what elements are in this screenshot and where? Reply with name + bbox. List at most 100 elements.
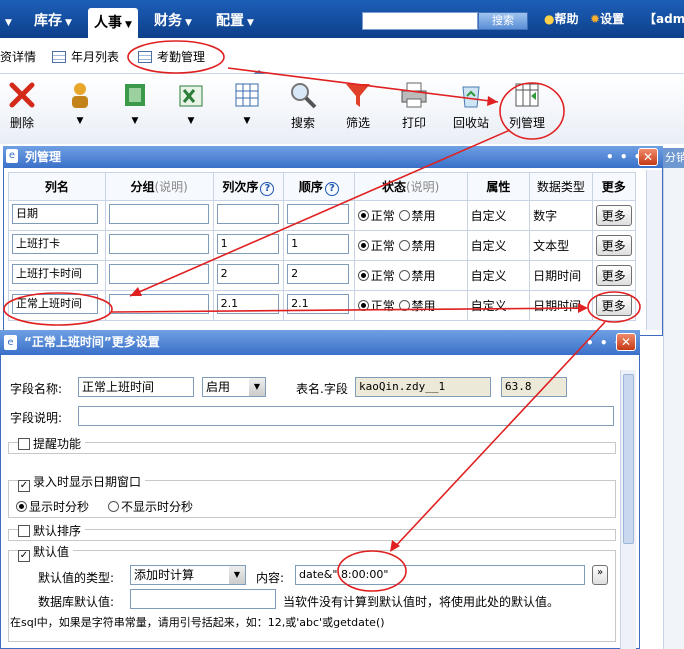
enable-select[interactable]: 启用 ▼ bbox=[202, 377, 266, 397]
status-normal-radio[interactable] bbox=[357, 210, 369, 221]
user-dropdown-button[interactable]: ▼ bbox=[55, 80, 105, 126]
col-header-data-type: 数据类型 bbox=[529, 172, 593, 201]
more-button[interactable]: 更多 bbox=[595, 235, 632, 256]
field-name-input[interactable]: 正常上班时间 bbox=[78, 377, 194, 397]
chevron-down-icon: ▼ bbox=[243, 116, 251, 126]
chevron-down-icon: ▼ bbox=[131, 116, 139, 126]
col-order-input[interactable]: 1 bbox=[216, 234, 279, 254]
chevron-down-icon: ▼ bbox=[65, 18, 72, 28]
col-order-input[interactable]: 2 bbox=[216, 264, 279, 284]
show-hms-radio[interactable]: 显示时分秒 bbox=[16, 498, 89, 515]
nav-item-label: 配置 bbox=[216, 13, 244, 29]
search-toolbar-button[interactable]: 搜索 bbox=[278, 80, 328, 131]
help-link[interactable]: ●帮助 bbox=[544, 10, 579, 27]
hide-hms-radio[interactable]: 不显示时分秒 bbox=[108, 498, 193, 515]
help-circle-icon[interactable]: ? bbox=[324, 181, 339, 196]
default-type-select[interactable]: 添加时计算 ▼ bbox=[130, 565, 246, 585]
column-dialog-scrollbar[interactable] bbox=[646, 170, 662, 330]
col-header-col-order[interactable]: 列次序? bbox=[212, 172, 285, 201]
more-options-icon[interactable]: • • • bbox=[606, 150, 642, 164]
col-header-name: 列名 bbox=[8, 172, 106, 201]
width-input[interactable]: 63.8 bbox=[501, 377, 567, 397]
order-input[interactable] bbox=[287, 204, 350, 224]
status-normal-radio[interactable] bbox=[357, 240, 369, 251]
group-input[interactable] bbox=[108, 294, 209, 314]
tab-attendance[interactable]: 考勤管理 bbox=[138, 48, 205, 65]
recycle-bin-icon bbox=[462, 86, 480, 108]
tab-month-list[interactable]: 年月列表 bbox=[52, 48, 119, 65]
settings-link[interactable]: ✹设置 bbox=[590, 10, 624, 27]
nav-item-left-partial[interactable]: ▼ bbox=[2, 0, 12, 38]
status-disabled-radio[interactable] bbox=[398, 210, 410, 221]
tab-label: 资详情 bbox=[0, 50, 37, 64]
default-sort-section-box bbox=[8, 529, 616, 541]
order-input[interactable]: 2 bbox=[287, 264, 350, 284]
filter-button[interactable]: 筛选 bbox=[333, 80, 383, 131]
nav-item-config[interactable]: 配置 ▼ bbox=[216, 0, 254, 38]
user-icon bbox=[72, 83, 88, 108]
print-button[interactable]: 打印 bbox=[389, 80, 439, 131]
column-manager-titlebar[interactable]: 列管理 bbox=[3, 146, 663, 168]
db-default-input[interactable] bbox=[130, 589, 276, 609]
col-order-input[interactable] bbox=[216, 204, 279, 224]
delete-button[interactable]: 删除 bbox=[0, 80, 44, 131]
group-input[interactable] bbox=[108, 204, 209, 224]
status-disabled-radio[interactable] bbox=[398, 300, 410, 311]
close-icon[interactable]: ✕ bbox=[638, 148, 658, 166]
column-name-input[interactable]: 上班打卡时间 bbox=[12, 264, 98, 284]
help-circle-icon[interactable]: ? bbox=[260, 181, 275, 196]
column-name-input[interactable]: 日期 bbox=[12, 204, 98, 224]
status-normal-radio[interactable] bbox=[357, 270, 369, 281]
col-order-input[interactable]: 2.1 bbox=[216, 294, 279, 314]
data-type-cell: 日期时间 bbox=[529, 260, 593, 291]
excel-dropdown-button[interactable]: ▼ bbox=[166, 80, 216, 126]
order-input[interactable]: 2.1 bbox=[287, 294, 350, 314]
more-settings-titlebar[interactable]: “正常上班时间”更多设置 bbox=[0, 330, 640, 355]
table-row: 上班打卡 1 1 正常 禁用 自定义 文本型 更多 bbox=[8, 230, 637, 261]
content-input[interactable]: date&" 8:00:00" bbox=[295, 565, 585, 585]
tab-salary-detail[interactable]: 资详情 bbox=[0, 48, 36, 65]
order-input[interactable]: 1 bbox=[287, 234, 350, 254]
settings-scrollbar[interactable] bbox=[620, 370, 636, 649]
field-name-label: 字段名称: bbox=[10, 382, 63, 396]
scrollbar-thumb[interactable] bbox=[623, 374, 634, 544]
status-disabled-radio[interactable] bbox=[398, 270, 410, 281]
sql-hint: 在sql中，如果是字符串常量，请用引号括起来，如：12,或'abc'或getda… bbox=[10, 616, 385, 629]
status-disabled-radio[interactable] bbox=[398, 240, 410, 251]
nav-item-label: 财务 bbox=[154, 13, 182, 29]
content-expand-button[interactable]: » bbox=[592, 565, 609, 585]
chevron-down-icon: ▼ bbox=[187, 116, 195, 126]
more-button[interactable]: 更多 bbox=[595, 265, 632, 286]
nav-item-finance[interactable]: 财务 ▼ bbox=[154, 0, 192, 38]
column-name-input[interactable]: 正常上班时间 bbox=[12, 294, 98, 314]
printer-icon bbox=[401, 82, 427, 108]
status-normal-radio[interactable] bbox=[357, 300, 369, 311]
column-manager-button[interactable]: 列管理 bbox=[502, 80, 552, 131]
radio-selected-icon bbox=[16, 501, 27, 512]
field-desc-label: 字段说明: bbox=[10, 411, 63, 425]
recycle-bin-button[interactable]: 回收站 bbox=[446, 80, 496, 131]
field-desc-input[interactable] bbox=[78, 406, 614, 426]
table-field-input[interactable]: kaoQin.zdy__1 bbox=[355, 377, 491, 397]
search-input[interactable] bbox=[362, 12, 478, 30]
radio-unselected-icon bbox=[108, 501, 119, 512]
column-manager-label: 列管理 bbox=[508, 116, 545, 130]
col-header-status[interactable]: 状态(说明) bbox=[353, 172, 468, 201]
book-dropdown-button[interactable]: ▼ bbox=[110, 80, 160, 126]
col-header-group[interactable]: 分组(说明) bbox=[104, 172, 214, 201]
search-button[interactable]: 搜索 bbox=[478, 12, 528, 30]
close-icon[interactable]: ✕ bbox=[616, 333, 636, 351]
more-button[interactable]: 更多 bbox=[595, 205, 632, 226]
col-header-order[interactable]: 顺序? bbox=[283, 172, 355, 201]
user-link[interactable]: 【admi bbox=[644, 10, 684, 27]
nav-item-hr[interactable]: 人事 ▼ bbox=[88, 8, 138, 38]
nav-item-inventory[interactable]: 库存 ▼ bbox=[34, 0, 72, 38]
dialog-title: “正常上班时间”更多设置 bbox=[24, 335, 160, 349]
chevron-down-icon: ▼ bbox=[76, 116, 84, 126]
group-input[interactable] bbox=[108, 234, 209, 254]
more-button[interactable]: 更多 bbox=[595, 295, 632, 316]
side-panel-tab[interactable]: 分销 bbox=[663, 148, 684, 168]
grid-dropdown-button[interactable]: ▼ bbox=[222, 80, 272, 126]
column-name-input[interactable]: 上班打卡 bbox=[12, 234, 98, 254]
group-input[interactable] bbox=[108, 264, 209, 284]
